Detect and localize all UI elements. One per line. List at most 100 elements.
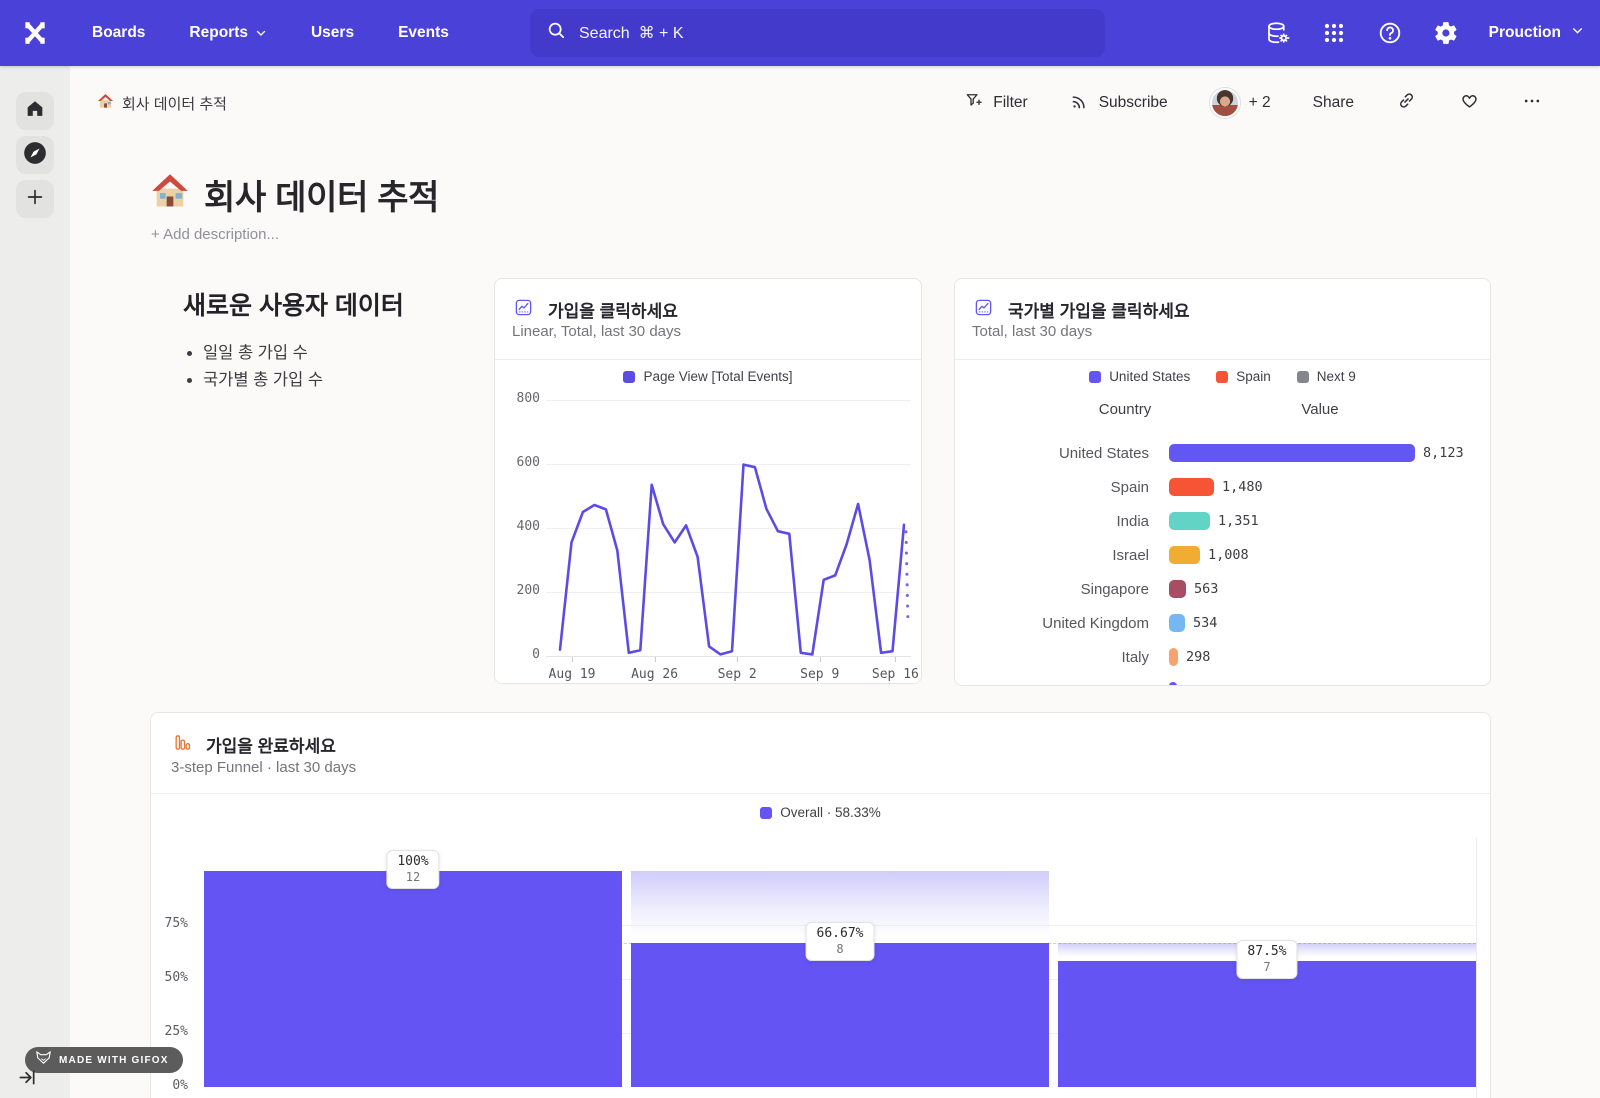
bar-row-united-states[interactable]: United States 8,123 <box>971 436 1490 470</box>
project-name: Prouction <box>1489 24 1561 42</box>
search-placeholder: Search ⌘ + K <box>579 23 684 43</box>
bullet-dot <box>187 378 192 383</box>
step-conversion: 66.67% <box>817 926 864 941</box>
nav-item-boards[interactable]: Boards <box>92 24 145 42</box>
bullet-item: 국가별 총 가입 수 <box>187 367 323 394</box>
line-series <box>546 391 911 684</box>
bar-value: 1,008 <box>1208 547 1249 563</box>
country-label: Israel <box>971 547 1149 564</box>
country-label: United States <box>971 445 1149 462</box>
step-conversion: 87.5% <box>1247 944 1286 959</box>
bar-value: 298 <box>1186 649 1210 665</box>
bullet-item: 일일 총 가입 수 <box>187 340 323 367</box>
fox-icon <box>35 1050 52 1070</box>
bullet-dot <box>187 351 192 356</box>
country-label: United Kingdom <box>971 615 1149 632</box>
card-title: 국가별 가입을 클릭하세요 <box>1008 297 1190 322</box>
line-chart-plot[interactable]: 0200400600800Aug 19Aug 26Sep 2Sep 9Sep 1… <box>546 391 911 684</box>
filter-label: Filter <box>993 94 1027 112</box>
add-description-button[interactable]: + Add description... <box>151 226 279 243</box>
y-axis-tick: 25% <box>155 1024 188 1039</box>
bar-row-singapore[interactable]: Singapore563 <box>971 572 1490 606</box>
bar[interactable] <box>1169 444 1415 462</box>
top-nav: Boards Reports Users Events Search ⌘ + K <box>0 0 1600 66</box>
legend-item[interactable]: Next 9 <box>1297 369 1356 384</box>
line-chart-icon <box>514 298 533 322</box>
bar-chart-icon <box>974 298 993 322</box>
search-input[interactable]: Search ⌘ + K <box>530 9 1105 57</box>
bar[interactable] <box>1169 546 1200 564</box>
settings-gear-icon[interactable] <box>1433 20 1459 46</box>
bar-row-italy[interactable]: Italy298 <box>971 640 1490 674</box>
breadcrumb[interactable]: 회사 데이터 추적 <box>97 93 227 114</box>
bar-value: 1,480 <box>1222 479 1263 495</box>
nav-menu: Boards Reports Users Events <box>92 24 449 42</box>
y-axis-tick: 0% <box>155 1078 188 1093</box>
copy-link-button[interactable] <box>1396 90 1417 116</box>
legend-item[interactable]: Page View [Total Events] <box>623 369 792 384</box>
card-subtitle: Total, last 30 days <box>972 323 1092 340</box>
y-axis-tick: 600 <box>500 455 540 470</box>
country-label: Singapore <box>971 581 1149 598</box>
subscribe-button[interactable]: Subscribe <box>1070 91 1168 116</box>
bar-row-spain[interactable]: Spain1,480 <box>971 470 1490 504</box>
share-label: Share <box>1313 94 1354 112</box>
funnel-plot[interactable]: 0%25%50%75%100%1266.67%887.5%7 <box>151 713 1491 1098</box>
card-subtitle: Linear, Total, last 30 days <box>512 323 681 340</box>
bar-chart-legend: United States Spain Next 9 <box>955 369 1490 384</box>
nav-item-events[interactable]: Events <box>398 24 449 42</box>
bar-row-georgia[interactable]: Georgia <box>971 674 1490 686</box>
gifox-badge[interactable]: MADE WITH GIFOX <box>25 1047 183 1073</box>
bar-row-india[interactable]: India1,351 <box>971 504 1490 538</box>
collapse-sidebar-icon[interactable] <box>18 1068 37 1092</box>
country-label: Georgia <box>971 683 1149 687</box>
legend-swatch <box>1297 371 1309 383</box>
bar-row-israel[interactable]: Israel 1,008 <box>971 538 1490 572</box>
nav-item-users[interactable]: Users <box>311 24 354 42</box>
bar-chart-card[interactable]: 국가별 가입을 클릭하세요 Total, last 30 days United… <box>954 278 1491 686</box>
chevron-down-icon <box>255 27 267 39</box>
bar-value: 534 <box>1193 615 1217 631</box>
bar-row-united-kingdom[interactable]: United Kingdom 534 <box>971 606 1490 640</box>
bar-value: 8,123 <box>1423 445 1464 461</box>
line-chart-card[interactable]: 가입을 클릭하세요 Linear, Total, last 30 days Pa… <box>494 278 922 684</box>
subscribe-label: Subscribe <box>1099 94 1168 112</box>
filter-button[interactable]: Filter <box>964 91 1027 116</box>
bar[interactable] <box>1169 478 1214 496</box>
line-chart-legend: Page View [Total Events] <box>495 369 921 384</box>
chevron-down-icon <box>1571 24 1584 42</box>
favorite-button[interactable] <box>1459 90 1480 116</box>
legend-item[interactable]: United States <box>1089 369 1190 384</box>
board-toolbar: 회사 데이터 추적 Filter Subscribe + 2 <box>70 66 1600 140</box>
project-selector[interactable]: Prouction <box>1489 24 1584 42</box>
funnel-step-bar-2[interactable] <box>631 943 1049 1087</box>
step-count: 8 <box>817 942 864 956</box>
help-icon[interactable] <box>1377 20 1403 46</box>
funnel-step-bar-3[interactable] <box>1058 961 1476 1087</box>
more-button[interactable] <box>1522 91 1542 116</box>
sidebar-home-button[interactable] <box>16 92 54 130</box>
bar[interactable] <box>1169 682 1177 686</box>
bar[interactable] <box>1169 614 1185 632</box>
data-management-icon[interactable] <box>1265 20 1291 46</box>
nav-item-reports[interactable]: Reports <box>189 24 267 42</box>
bar[interactable] <box>1169 648 1178 666</box>
collaborators[interactable]: + 2 <box>1210 88 1271 118</box>
bar-chart-rows: United States8,123Spain1,480India1,351Is… <box>971 436 1490 686</box>
sidebar-add-button[interactable] <box>16 180 54 218</box>
funnel-chart-card[interactable]: 가입을 완료하세요 3-step Funnel · last 30 days O… <box>150 712 1491 1098</box>
funnel-step-bar-1[interactable] <box>204 871 622 1087</box>
bar[interactable] <box>1169 512 1210 530</box>
bar-value: 1,351 <box>1218 513 1259 529</box>
apps-grid-icon[interactable] <box>1321 20 1347 46</box>
plot-right-border <box>1476 838 1477 1098</box>
bar[interactable] <box>1169 580 1186 598</box>
sidebar-discover-button[interactable] <box>16 136 54 174</box>
y-axis-tick: 0 <box>500 647 540 662</box>
breadcrumb-label: 회사 데이터 추적 <box>122 93 227 114</box>
mixpanel-logo-icon[interactable] <box>18 16 52 50</box>
legend-swatch <box>623 371 635 383</box>
share-button[interactable]: Share <box>1313 94 1354 112</box>
funnel-step-badge: 100%12 <box>386 850 439 889</box>
legend-item[interactable]: Spain <box>1216 369 1271 384</box>
